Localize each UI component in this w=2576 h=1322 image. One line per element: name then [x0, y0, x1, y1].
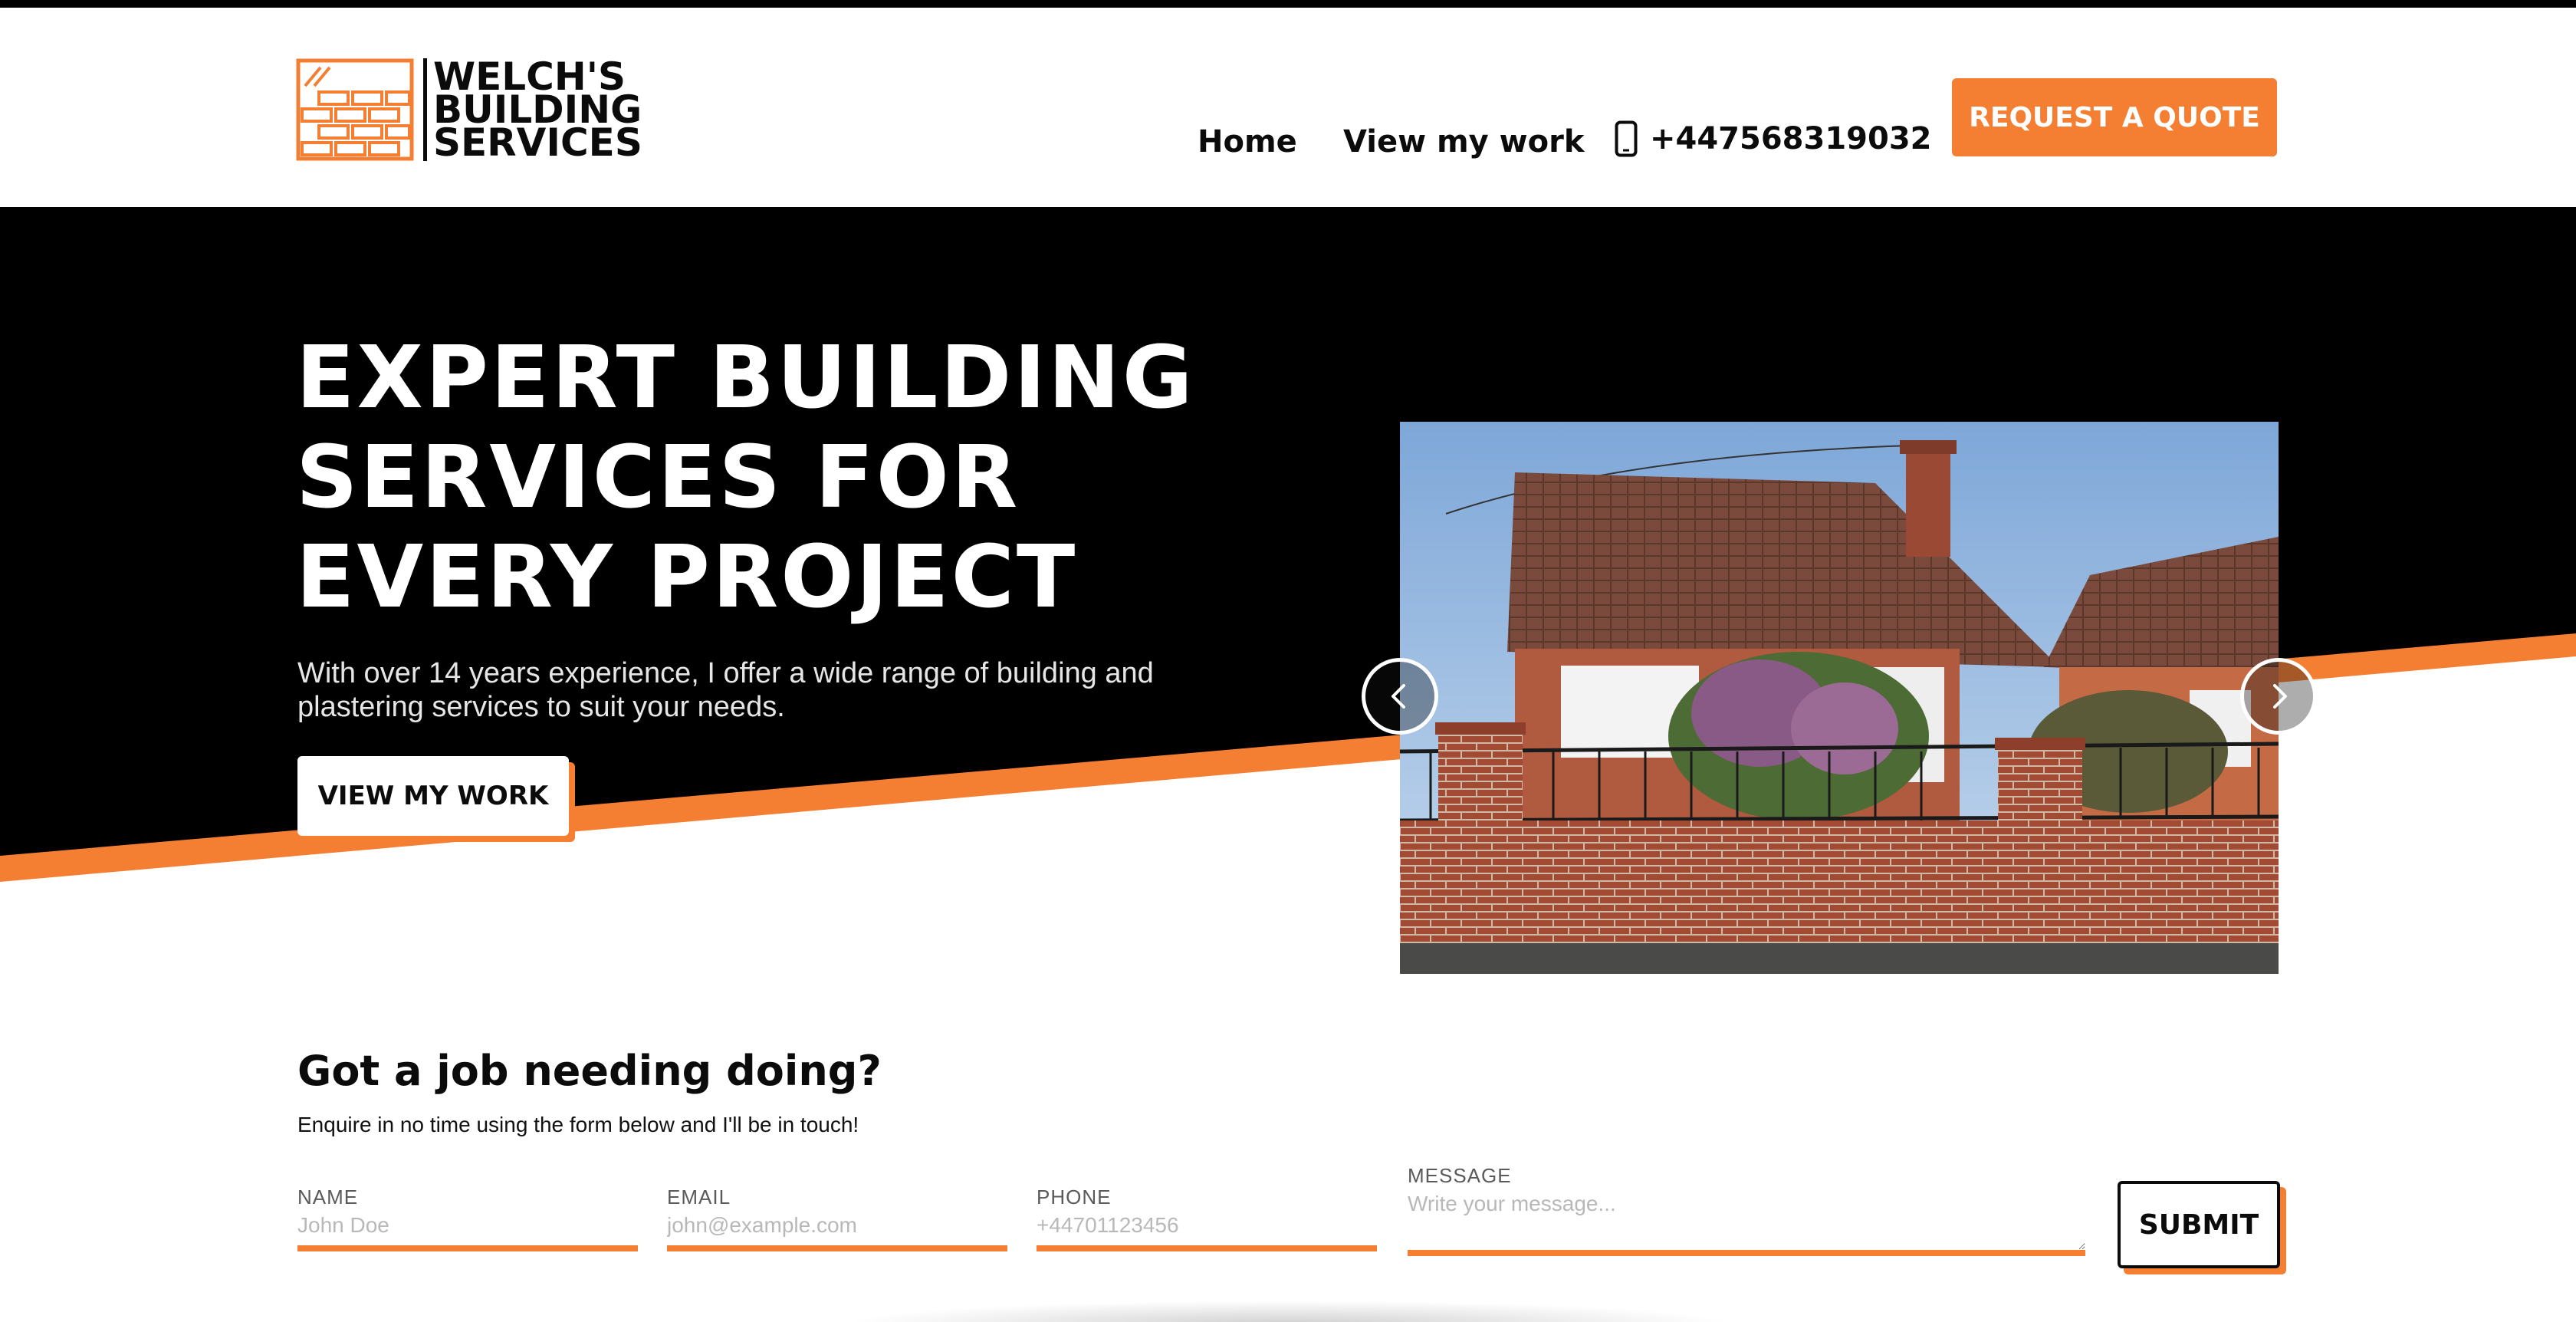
message-field: MESSAGE: [1408, 1164, 2085, 1256]
view-my-work-button[interactable]: VIEW MY WORK: [297, 756, 575, 842]
hero-title-line: SERVICES FOR: [296, 428, 1020, 528]
hero-title: EXPERT BUILDING SERVICES FOR EVERY PROJE…: [296, 328, 1293, 627]
message-label: MESSAGE: [1408, 1164, 1512, 1187]
name-input[interactable]: [297, 1209, 638, 1251]
nav-view-my-work-link[interactable]: View my work: [1343, 123, 1584, 161]
phone-label: PHONE: [1037, 1186, 1112, 1209]
top-border: [0, 0, 2576, 8]
enquiry-title: Got a job needing doing?: [297, 1047, 882, 1095]
email-input[interactable]: [667, 1209, 1007, 1251]
phone-number: +447568319032: [1650, 121, 1932, 156]
logo-wordmark: WELCH'S BUILDING SERVICES: [433, 58, 642, 165]
submit-button[interactable]: SUBMIT: [2118, 1181, 2288, 1276]
chevron-left-icon: [1392, 684, 1405, 709]
phone-field: PHONE: [1037, 1186, 1377, 1251]
hero-title-line: EVERY PROJECT: [296, 528, 1078, 627]
brick-wall-logo-icon: [296, 58, 414, 161]
hero-subtitle: With over 14 years experience, I offer a…: [297, 657, 1154, 723]
request-quote-label: REQUEST A QUOTE: [1952, 78, 2277, 156]
view-my-work-label: VIEW MY WORK: [297, 756, 569, 836]
enquiry-subtitle: Enquire in no time using the form below …: [297, 1113, 859, 1136]
hero-title-line: EXPERT BUILDING: [296, 328, 1195, 428]
name-field: NAME: [297, 1186, 638, 1251]
logo-line: SERVICES: [433, 120, 642, 165]
carousel-next-button[interactable]: [2240, 658, 2317, 735]
chevron-right-icon: [2273, 684, 2287, 709]
nav-phone-link[interactable]: +447568319032: [1615, 120, 1932, 158]
site-header: WELCH'S BUILDING SERVICES Home View my w…: [0, 8, 2576, 207]
email-label: EMAIL: [667, 1186, 731, 1209]
logo-divider: [423, 58, 427, 161]
house-photo: [1400, 422, 2279, 974]
phone-input[interactable]: [1037, 1209, 1377, 1251]
site-logo[interactable]: WELCH'S BUILDING SERVICES: [296, 54, 642, 166]
message-textarea[interactable]: [1408, 1187, 2085, 1256]
name-label: NAME: [297, 1186, 359, 1209]
bottom-shadow: [843, 1301, 1733, 1322]
request-quote-button[interactable]: REQUEST A QUOTE: [1952, 78, 2277, 156]
submit-label: SUBMIT: [2118, 1181, 2280, 1268]
nav-home-link[interactable]: Home: [1198, 123, 1297, 161]
project-photo-carousel[interactable]: [1400, 422, 2279, 974]
mobile-phone-icon: [1615, 120, 1638, 157]
email-field: EMAIL: [667, 1186, 1007, 1251]
carousel-prev-button[interactable]: [1362, 658, 1438, 735]
